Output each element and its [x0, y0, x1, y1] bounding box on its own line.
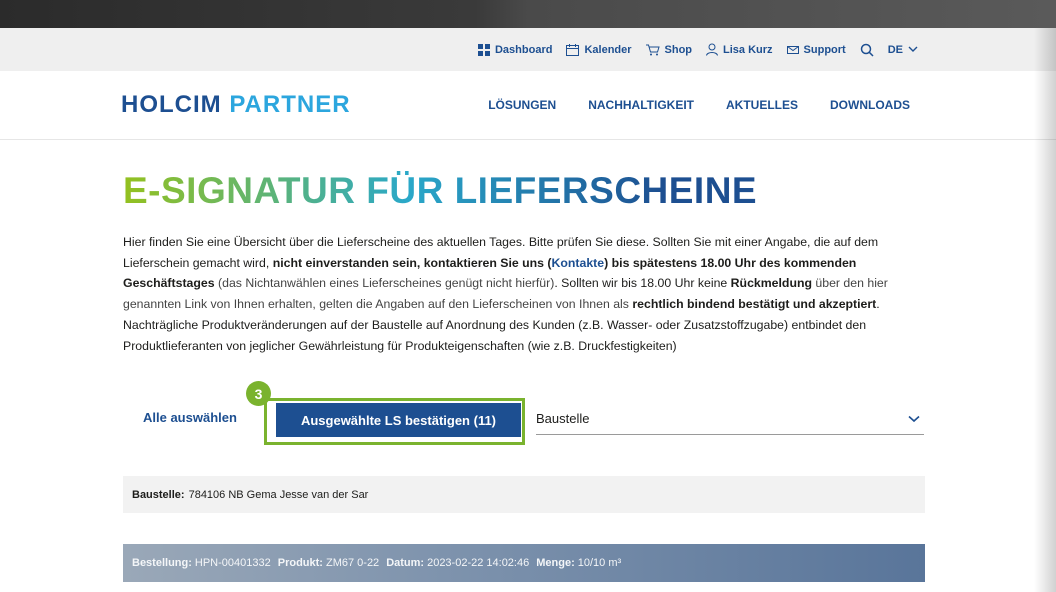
order-product: Produkt: ZM67 0-22	[278, 557, 379, 569]
intro-text: Hier finden Sie eine Übersicht über die …	[123, 232, 933, 356]
holcim-partner-logo[interactable]: HOLCIM PARTNER	[121, 91, 351, 119]
user-icon	[706, 43, 719, 56]
order-number: Bestellung: HPN-00401332	[132, 557, 271, 569]
utility-support-label: Support	[803, 43, 846, 56]
step-number-badge: 3	[246, 381, 271, 406]
order-label: Bestellung:	[132, 557, 192, 569]
order-date: Datum: 2023-02-22 14:02:46	[386, 557, 529, 569]
site-value: 784106 NB Gema Jesse van der Sar	[188, 488, 369, 501]
utility-shop-label: Shop	[664, 43, 693, 56]
logo-partner-text: PARTNER	[229, 91, 351, 118]
language-switcher[interactable]: DE	[888, 44, 918, 56]
qty-value: 10/10 m³	[577, 557, 622, 569]
select-all-link[interactable]: Alle auswählen	[143, 410, 237, 425]
chevron-down-icon	[908, 415, 920, 422]
site-dropdown[interactable]: Baustelle	[536, 403, 924, 435]
calendar-icon	[566, 43, 580, 56]
step-highlight-frame	[264, 398, 525, 445]
utility-calendar-link[interactable]: Kalender	[566, 43, 632, 56]
intro-bold-3: Rückmeldung	[730, 276, 812, 291]
search-button[interactable]	[860, 43, 874, 57]
utility-nav: Dashboard Kalender Shop Lisa Kurz Suppor…	[477, 28, 918, 71]
order-value: HPN-00401332	[194, 557, 271, 569]
main-nav: LÖSUNGEN NACHHALTIGKEIT AKTUELLES DOWNLO…	[488, 71, 910, 139]
contacts-link[interactable]: Kontakte	[552, 256, 605, 270]
page: Dashboard Kalender Shop Lisa Kurz Suppor…	[0, 0, 1056, 592]
site-label: Baustelle:	[132, 488, 185, 501]
utility-shop-link[interactable]: Shop	[645, 43, 693, 56]
cart-icon	[645, 44, 660, 55]
utility-user-link[interactable]: Lisa Kurz	[706, 43, 773, 56]
dashboard-icon	[477, 43, 490, 56]
main-header: HOLCIM PARTNER LÖSUNGEN NACHHALTIGKEIT A…	[0, 71, 1056, 140]
logo-holcim-text: HOLCIM	[121, 91, 222, 118]
intro-bold-1: nicht einverstanden sein, kontaktieren S…	[272, 255, 552, 270]
search-icon	[860, 43, 874, 57]
product-label: Produkt:	[277, 557, 323, 569]
intro-muted-1: (das Nichtanwählen eines Lieferscheines …	[214, 276, 555, 291]
language-label: DE	[887, 43, 903, 56]
mail-icon	[786, 45, 799, 54]
utility-dashboard-label: Dashboard	[494, 43, 553, 56]
nav-item-loesungen[interactable]: LÖSUNGEN	[488, 98, 556, 112]
page-title: E-SIGNATUR FÜR LIEFERSCHEINE	[123, 170, 758, 211]
window-edge-shadow	[1034, 28, 1056, 592]
utility-user-label: Lisa Kurz	[723, 43, 773, 56]
site-info-box: Baustelle: 784106 NB Gema Jesse van der …	[123, 476, 925, 513]
qty-label: Menge:	[536, 557, 575, 569]
order-quantity: Menge: 10/10 m³	[536, 557, 621, 569]
window-top-bar	[0, 0, 1056, 28]
product-value: ZM67 0-22	[325, 557, 380, 569]
order-header-row[interactable]: Bestellung: HPN-00401332 Produkt: ZM67 0-2…	[123, 544, 925, 582]
chevron-down-icon	[908, 46, 918, 52]
intro-part-2: . Sollten wir bis 18.00 Uhr keine	[554, 276, 731, 291]
intro-bold-4: rechtlich bindend bestätigt und akzeptie…	[632, 297, 877, 312]
utility-dashboard-link[interactable]: Dashboard	[477, 43, 553, 56]
utility-bar: Dashboard Kalender Shop Lisa Kurz Suppor…	[0, 28, 1056, 71]
date-label: Datum:	[386, 557, 425, 569]
date-value: 2023-02-22 14:02:46	[427, 557, 530, 569]
nav-item-nachhaltigkeit[interactable]: NACHHALTIGKEIT	[588, 98, 694, 112]
nav-item-aktuelles[interactable]: AKTUELLES	[726, 98, 798, 112]
utility-support-link[interactable]: Support	[786, 43, 846, 56]
utility-calendar-label: Kalender	[584, 43, 632, 56]
nav-item-downloads[interactable]: DOWNLOADS	[830, 98, 910, 112]
site-dropdown-value: Baustelle	[536, 411, 590, 426]
